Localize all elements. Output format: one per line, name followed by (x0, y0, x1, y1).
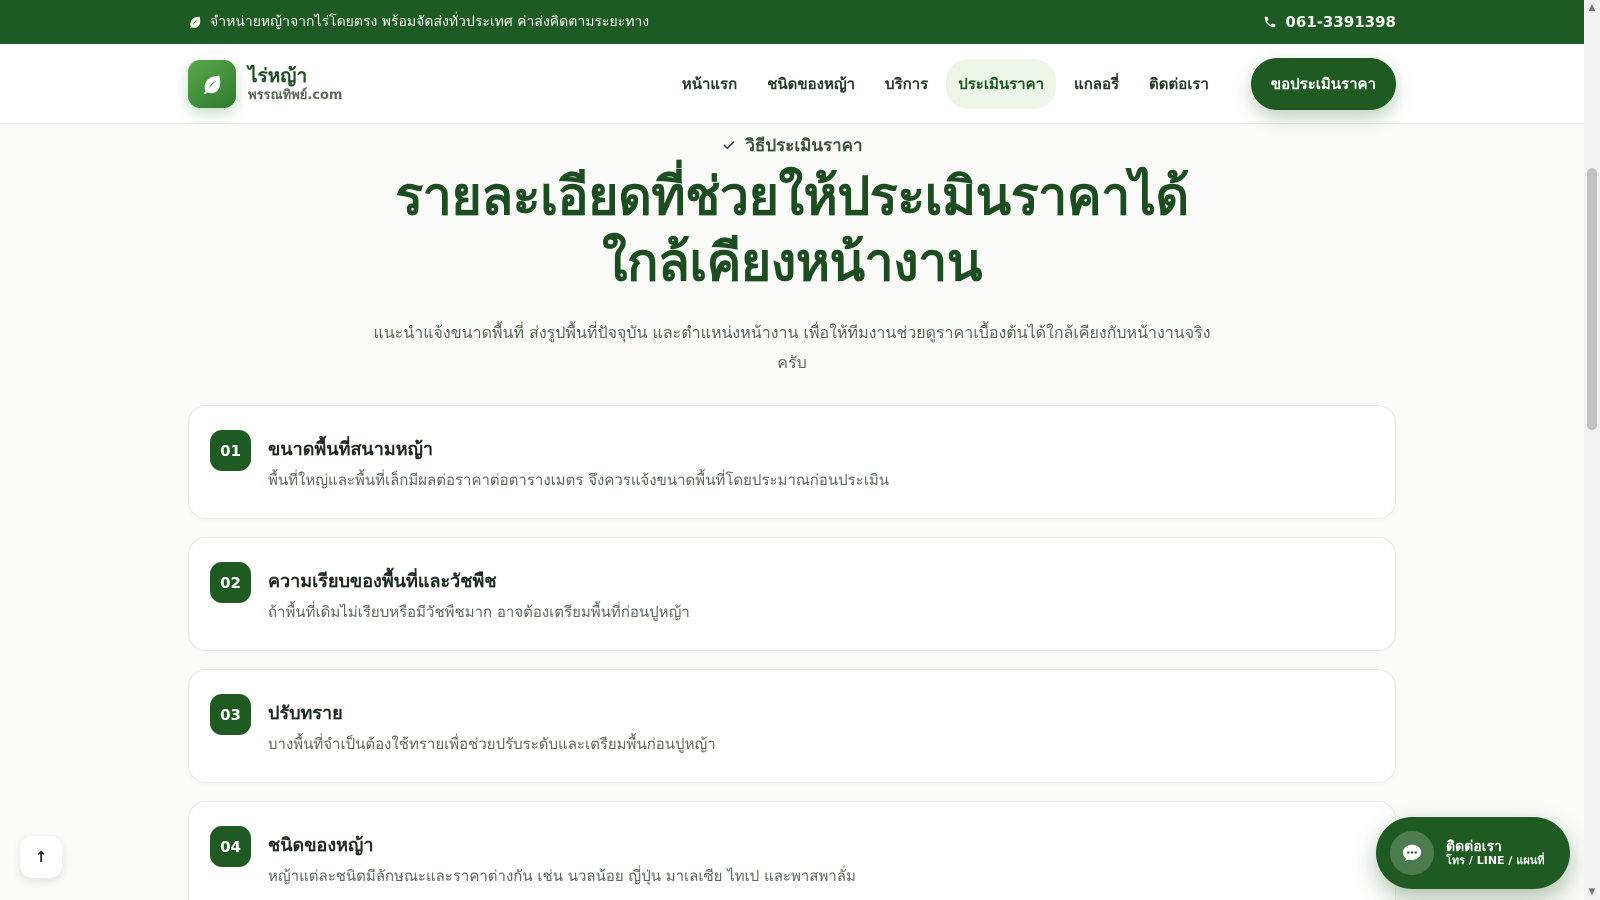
step-description: หญ้าแต่ละชนิดมีลักษณะและราคาต่างกัน เช่น… (268, 867, 856, 885)
step-title: ชนิดของหญ้า (268, 835, 374, 856)
announcement-bar: จำหน่ายหญ้าจากไร่โดยตรง พร้อมจัดส่งทั่วป… (0, 0, 1584, 44)
page-title-line-2: ใกล้เคียงหน้างาน (602, 232, 982, 293)
phone-icon (1263, 15, 1277, 29)
floating-contact-button[interactable]: ติดต่อเรา โทร / LINE / แผนที่ (1376, 817, 1570, 889)
leaf-icon (201, 73, 223, 95)
check-icon (721, 137, 737, 153)
step-title: ความเรียบของพื้นที่และวัชพืช (268, 571, 497, 592)
page-scrollbar[interactable]: ▲ ▼ (1584, 0, 1600, 900)
fab-subtitle: โทร / LINE / แผนที่ (1446, 853, 1545, 867)
brand-domain: พรรณทิพย์.com (248, 87, 343, 103)
step-title: ขนาดพื้นที่สนามหญ้า (268, 439, 434, 460)
page-title-line-1: รายละเอียดที่ช่วยให้ประเมินราคาได้ (395, 166, 1189, 227)
scroll-up-arrow-icon[interactable]: ▲ (1584, 0, 1600, 16)
step-number-badge: 03 (210, 694, 251, 735)
main-navbar: ไร่หญ้า พรรณทิพย์.com หน้าแรก ชนิดของหญ้… (0, 44, 1584, 124)
step-card: 02 ความเรียบของพื้นที่และวัชพืช ถ้าพื้นท… (188, 537, 1396, 651)
step-description: พื้นที่ใหญ่และพื้นที่เล็กมีผลต่อราคาต่อต… (268, 471, 890, 489)
brand-name: ไร่หญ้า (248, 64, 308, 87)
scroll-down-arrow-icon[interactable]: ▼ (1584, 884, 1600, 900)
logo (188, 60, 236, 108)
step-number-badge: 01 (210, 430, 251, 471)
step-number-badge: 04 (210, 826, 251, 867)
pricing-steps-list: 01 ขนาดพื้นที่สนามหญ้า พื้นที่ใหญ่และพื้… (188, 405, 1396, 900)
section-eyebrow: วิธีประเมินราคา (721, 132, 863, 158)
step-card: 03 ปรับทราย บางพื้นที่จำเป็นต้องใช้ทรายเ… (188, 669, 1396, 783)
nav-menu: หน้าแรก ชนิดของหญ้า บริการ ประเมินราคา แ… (670, 58, 1396, 110)
step-number-badge: 02 (210, 562, 251, 603)
fab-title: ติดต่อเรา (1446, 838, 1502, 855)
nav-item-grass-types[interactable]: ชนิดของหญ้า (755, 59, 867, 109)
step-description: บางพื้นที่จำเป็นต้องใช้ทรายเพื่อช่วยปรับ… (268, 735, 716, 753)
phone-link[interactable]: 061-3391398 (1263, 13, 1396, 31)
eyebrow-text: วิธีประเมินราคา (745, 135, 863, 156)
back-to-top-button[interactable]: ↑ (20, 836, 62, 878)
scrollbar-thumb[interactable] (1587, 168, 1597, 430)
step-title: ปรับทราย (268, 703, 343, 724)
chat-bubble-icon (1390, 831, 1434, 875)
pricing-section-header: วิธีประเมินราคา รายละเอียดที่ช่วยให้ประเ… (188, 132, 1396, 378)
nav-item-home[interactable]: หน้าแรก (670, 59, 749, 109)
brand-link[interactable]: ไร่หญ้า พรรณทิพย์.com (188, 60, 342, 108)
step-card: 04 ชนิดของหญ้า หญ้าแต่ละชนิดมีลักษณะและร… (188, 801, 1396, 900)
nav-item-gallery[interactable]: แกลอรี่ (1062, 59, 1131, 109)
leaf-icon (188, 15, 202, 29)
page-title: รายละเอียดที่ช่วยให้ประเมินราคาได้ ใกล้เ… (188, 164, 1396, 296)
nav-item-pricing[interactable]: ประเมินราคา (946, 59, 1057, 109)
phone-number: 061-3391398 (1285, 13, 1396, 31)
nav-item-contact[interactable]: ติดต่อเรา (1137, 59, 1221, 109)
section-lead: แนะนำแจ้งขนาดพื้นที่ ส่งรูปพื้นที่ปัจจุบ… (373, 323, 1211, 372)
nav-item-services[interactable]: บริการ (873, 59, 940, 109)
step-card: 01 ขนาดพื้นที่สนามหญ้า พื้นที่ใหญ่และพื้… (188, 405, 1396, 519)
announcement-text: จำหน่ายหญ้าจากไร่โดยตรง พร้อมจัดส่งทั่วป… (210, 14, 650, 30)
announcement: จำหน่ายหญ้าจากไร่โดยตรง พร้อมจัดส่งทั่วป… (188, 11, 649, 33)
step-description: ถ้าพื้นที่เดิมไม่เรียบหรือมีวัชพืชมาก อา… (268, 603, 690, 621)
request-quote-button[interactable]: ขอประเมินราคา (1250, 58, 1396, 110)
